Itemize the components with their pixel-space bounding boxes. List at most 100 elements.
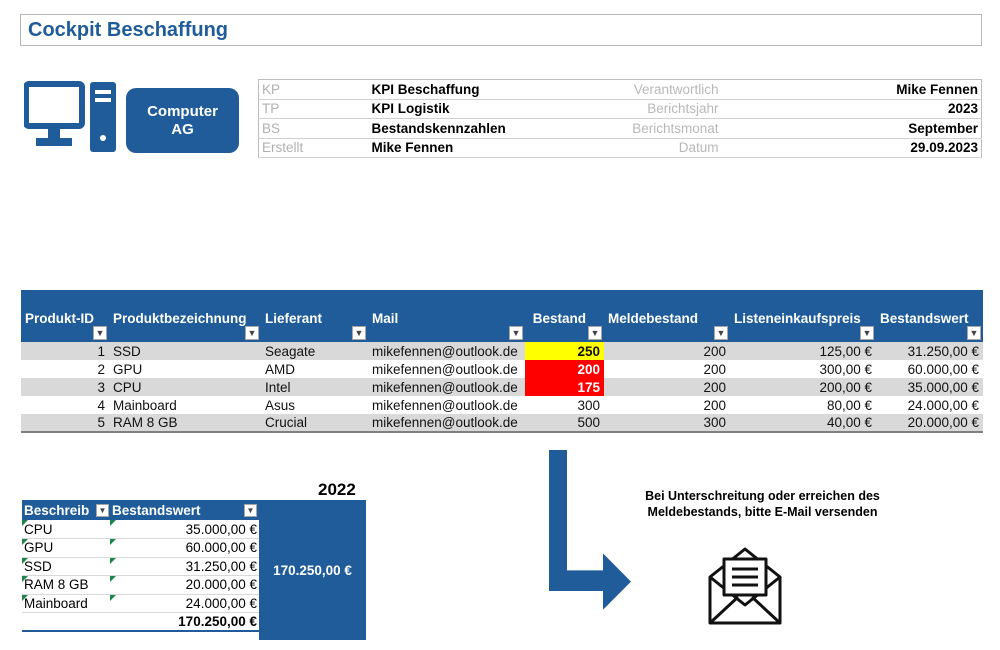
error-indicator-icon xyxy=(110,539,116,545)
pivot-value[interactable]: 31.250,00 € xyxy=(110,557,259,576)
pivot-label-text: Mainboard xyxy=(24,595,88,611)
cell-supplier[interactable]: Intel xyxy=(261,378,368,396)
column-header-mail: Mail ▼ xyxy=(368,290,525,342)
meta-value: Mike Fennen xyxy=(368,138,582,158)
page-title: Cockpit Beschaffung xyxy=(28,19,229,41)
meta-row: TP KPI Logistik Berichtsjahr 2023 xyxy=(258,99,982,119)
pivot-value[interactable]: 20.000,00 € xyxy=(110,575,259,595)
pivot-label-text: GPU xyxy=(24,540,54,556)
cell-value[interactable]: 60.000,00 € xyxy=(876,360,983,378)
pivot-table: Beschreib ▼ Bestandswert ▼ CPU 35.000,00 €… xyxy=(22,500,259,632)
pivot-value-text: 24.000,00 € xyxy=(185,595,257,611)
cell-mail[interactable]: mikefennen@outlook.de xyxy=(368,396,525,414)
cell-name[interactable]: Mainboard xyxy=(109,396,261,414)
pivot-header-bestandswert[interactable]: Bestandswert ▼ xyxy=(110,500,259,520)
cell-id[interactable]: 3 xyxy=(21,378,109,396)
filter-dropdown-icon[interactable]: ▼ xyxy=(860,326,874,340)
cell-reorder[interactable]: 200 xyxy=(604,360,730,378)
pivot-label[interactable]: GPU xyxy=(22,538,110,558)
header-label: Meldebestand xyxy=(608,311,699,326)
filter-dropdown-icon[interactable]: ▼ xyxy=(93,326,107,340)
meta-label: Datum xyxy=(581,138,722,158)
cell-supplier[interactable]: Asus xyxy=(261,396,368,414)
pivot-label[interactable]: Mainboard xyxy=(22,594,110,613)
reorder-note: Bei Unterschreitung oder erreichen des M… xyxy=(645,489,880,519)
error-indicator-icon xyxy=(22,520,28,526)
table-row: 1 SSD Seagate mikefennen@outlook.de 250 … xyxy=(21,342,983,360)
cell-id[interactable]: 2 xyxy=(21,360,109,378)
filter-dropdown-icon[interactable]: ▼ xyxy=(244,504,257,517)
column-header-bestand: Bestand ▼ xyxy=(525,290,604,342)
cell-price[interactable]: 300,00 € xyxy=(730,360,876,378)
cell-price[interactable]: 125,00 € xyxy=(730,342,876,360)
filter-dropdown-icon[interactable]: ▼ xyxy=(967,326,981,340)
pivot-year-label: 2022 xyxy=(318,480,356,499)
cell-reorder[interactable]: 300 xyxy=(604,414,730,433)
cell-supplier[interactable]: AMD xyxy=(261,360,368,378)
cell-stock[interactable]: 500 xyxy=(525,414,604,433)
pivot-total-row: 170.250,00 € xyxy=(22,612,259,632)
cell-id[interactable]: 1 xyxy=(21,342,109,360)
cell-stock[interactable]: 200 xyxy=(525,360,604,378)
cell-name[interactable]: SSD xyxy=(109,342,261,360)
filter-dropdown-icon[interactable]: ▼ xyxy=(714,326,728,340)
cell-name[interactable]: CPU xyxy=(109,378,261,396)
filter-dropdown-icon[interactable]: ▼ xyxy=(509,326,523,340)
pivot-label[interactable]: RAM 8 GB xyxy=(22,575,110,595)
cell-mail[interactable]: mikefennen@outlook.de xyxy=(368,378,525,396)
pivot-total-value[interactable]: 170.250,00 € xyxy=(110,612,259,632)
cell-supplier[interactable]: Seagate xyxy=(261,342,368,360)
cell-name[interactable]: GPU xyxy=(109,360,261,378)
meta-row: Erstellt Mike Fennen Datum 29.09.2023 xyxy=(258,138,982,158)
header-label: Bestand xyxy=(532,311,586,326)
report-meta-table: KP KPI Beschaffung Verantwortlich Mike F… xyxy=(258,79,982,158)
cell-reorder[interactable]: 200 xyxy=(604,396,730,414)
meta-code: BS xyxy=(258,118,369,139)
pivot-value[interactable]: 24.000,00 € xyxy=(110,594,259,613)
cell-mail[interactable]: mikefennen@outlook.de xyxy=(368,342,525,360)
meta-label: Verantwortlich xyxy=(581,79,722,100)
pivot-value[interactable]: 60.000,00 € xyxy=(110,538,259,558)
cell-mail[interactable]: mikefennen@outlook.de xyxy=(368,414,525,433)
error-indicator-icon xyxy=(22,557,28,564)
error-indicator-icon xyxy=(22,594,28,601)
pivot-value[interactable]: 35.000,00 € xyxy=(110,520,259,539)
cell-id[interactable]: 5 xyxy=(21,414,109,433)
cell-stock[interactable]: 175 xyxy=(525,378,604,396)
cell-mail[interactable]: mikefennen@outlook.de xyxy=(368,360,525,378)
pivot-label-text: CPU xyxy=(24,521,53,537)
pivot-label[interactable]: CPU xyxy=(22,520,110,539)
cell-stock[interactable]: 250 xyxy=(525,342,604,360)
cell-price[interactable]: 80,00 € xyxy=(730,396,876,414)
pivot-label-text: RAM 8 GB xyxy=(24,577,89,593)
pivot-header-beschreibung[interactable]: Beschreib ▼ xyxy=(22,500,110,520)
pivot-summary-value: 170.250,00 € xyxy=(273,562,352,578)
pivot-label-text: SSD xyxy=(24,558,52,574)
pivot-header-label: Beschreib xyxy=(24,502,90,518)
meta-right-value: 29.09.2023 xyxy=(721,138,982,158)
filter-dropdown-icon[interactable]: ▼ xyxy=(245,326,259,340)
pivot-total-label[interactable] xyxy=(22,612,110,632)
cell-reorder[interactable]: 200 xyxy=(604,378,730,396)
pivot-value-text: 31.250,00 € xyxy=(185,558,257,574)
meta-row: KP KPI Beschaffung Verantwortlich Mike F… xyxy=(258,79,982,100)
cell-supplier[interactable]: Crucial xyxy=(261,414,368,433)
cell-reorder[interactable]: 200 xyxy=(604,342,730,360)
cell-value[interactable]: 31.250,00 € xyxy=(876,342,983,360)
filter-dropdown-icon[interactable]: ▼ xyxy=(352,326,366,340)
cell-stock[interactable]: 300 xyxy=(525,396,604,414)
open-envelope-icon[interactable] xyxy=(706,541,784,627)
header-label: Produktbezeichnung xyxy=(113,311,247,326)
pivot-value-text: 35.000,00 € xyxy=(185,521,257,537)
pivot-label[interactable]: SSD xyxy=(22,557,110,576)
cell-id[interactable]: 4 xyxy=(21,396,109,414)
error-indicator-icon xyxy=(110,520,116,526)
cell-name[interactable]: RAM 8 GB xyxy=(109,414,261,433)
cell-value[interactable]: 35.000,00 € xyxy=(876,378,983,396)
cell-price[interactable]: 40,00 € xyxy=(730,414,876,433)
filter-dropdown-icon[interactable]: ▼ xyxy=(96,504,109,517)
cell-value[interactable]: 24.000,00 € xyxy=(876,396,983,414)
cell-value[interactable]: 20.000,00 € xyxy=(876,414,983,433)
filter-dropdown-icon[interactable]: ▼ xyxy=(588,326,602,340)
cell-price[interactable]: 200,00 € xyxy=(730,378,876,396)
